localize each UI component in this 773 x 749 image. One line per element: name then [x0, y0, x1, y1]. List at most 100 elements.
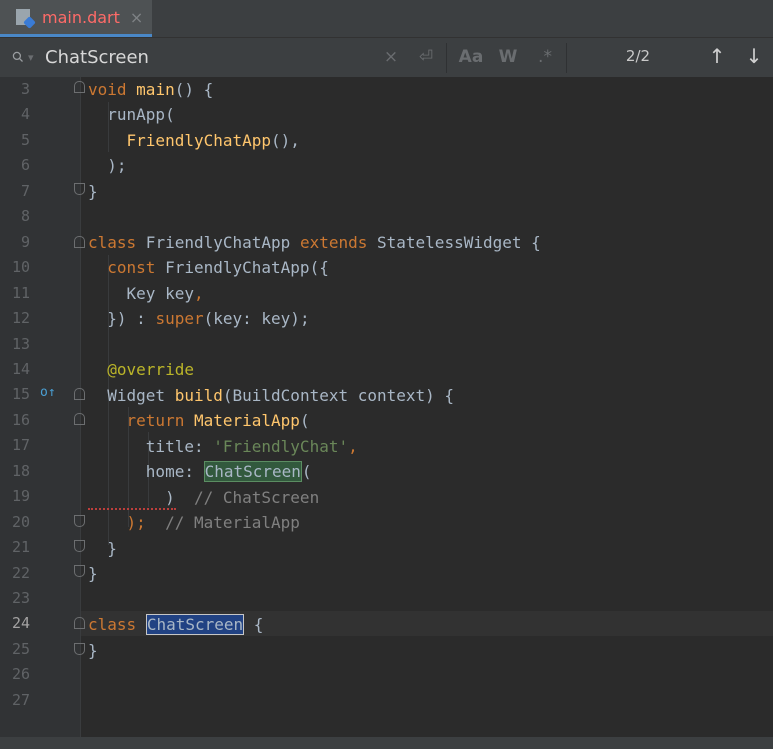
find-bar: ▾ × ⏎ Aa W .* 2/2 ↑ ↓ — [0, 38, 773, 78]
code-text: ( — [301, 462, 312, 481]
fold-icon[interactable] — [74, 540, 85, 552]
regex-button[interactable]: .* — [534, 46, 556, 68]
line-number: 21 — [11, 538, 30, 557]
search-input[interactable] — [45, 46, 365, 68]
line-number: 27 — [11, 690, 30, 709]
fold-icon[interactable] — [74, 515, 85, 527]
code-line-15: Widget build(BuildContext context) { — [88, 383, 454, 408]
current-search-match[interactable]: ChatScreen — [145, 614, 245, 635]
code-text: { — [244, 615, 264, 634]
code-text: FriendlyChatApp({ — [155, 258, 329, 277]
line-number: 4 — [20, 105, 30, 124]
override-marker-icon[interactable]: o↑ — [40, 385, 56, 400]
code-text: (key: key); — [203, 309, 310, 328]
line-number: 20 — [11, 512, 30, 531]
closing-label-comment: // MaterialApp — [165, 513, 300, 532]
code-line-9: class FriendlyChatApp extends StatelessW… — [88, 230, 541, 255]
closing-label-comment: // ChatScreen — [193, 488, 320, 507]
line-number: 16 — [11, 410, 30, 429]
line-number: 19 — [11, 487, 30, 506]
line-number: 23 — [11, 589, 30, 607]
line-number: 24 — [11, 614, 30, 633]
code-line-17: title: 'FriendlyChat', — [88, 434, 358, 459]
code-line-5: FriendlyChatApp(), — [88, 128, 300, 153]
code-line-22: } — [88, 564, 98, 583]
code-line-16: return MaterialApp( — [88, 408, 310, 433]
code-line-6: ); — [88, 156, 127, 175]
fold-icon[interactable] — [74, 183, 85, 195]
next-match-icon[interactable]: ↓ — [743, 44, 765, 68]
close-tab-icon[interactable]: × — [130, 8, 143, 27]
annotation: @override — [107, 360, 194, 379]
code-text: Key key — [88, 284, 194, 303]
code-text: title: — [88, 437, 214, 456]
line-number: 18 — [11, 461, 30, 480]
keyword: const — [107, 258, 156, 277]
keyword: return — [126, 411, 185, 430]
fold-icon[interactable] — [74, 388, 85, 400]
line-number: 3 — [20, 80, 30, 98]
line-number: 7 — [20, 181, 30, 200]
keyword: class — [88, 615, 137, 634]
code-text: () { — [174, 80, 214, 99]
function-name: main — [136, 80, 175, 99]
multiline-toggle-icon[interactable]: ⏎ — [416, 46, 436, 68]
keyword: void — [88, 80, 127, 99]
fold-icon[interactable] — [74, 413, 85, 425]
line-number: 8 — [20, 207, 30, 226]
clear-search-icon[interactable]: × — [382, 46, 400, 68]
code-line-10: const FriendlyChatApp({ — [88, 255, 329, 280]
code-text: (), — [271, 131, 300, 150]
function-name: build — [174, 386, 223, 405]
code-line-21: } — [88, 539, 117, 558]
fold-icon[interactable] — [74, 565, 85, 577]
fold-icon[interactable] — [74, 643, 85, 655]
match-case-button[interactable]: Aa — [458, 46, 484, 68]
line-number: 14 — [11, 359, 30, 378]
search-match-highlight[interactable]: ChatScreen — [203, 461, 302, 482]
dart-file-icon — [16, 9, 30, 25]
code-line-11: Key key, — [88, 281, 204, 306]
line-number: 5 — [20, 130, 30, 149]
function-name: FriendlyChatApp — [126, 131, 272, 150]
search-history-chevron-icon[interactable]: ▾ — [28, 47, 34, 69]
line-number: 15 — [11, 385, 30, 404]
code-text: (BuildContext context) { — [222, 386, 455, 405]
line-number: 11 — [11, 283, 30, 302]
line-number: 6 — [20, 156, 30, 175]
whole-words-button[interactable]: W — [497, 46, 519, 68]
punctuation: , — [193, 284, 204, 303]
function-name: MaterialApp — [193, 411, 300, 430]
code-line-4: runApp( — [88, 105, 175, 124]
tab-main-dart[interactable]: main.dart × — [0, 0, 152, 37]
line-number: 10 — [11, 258, 30, 277]
line-number: 17 — [11, 436, 30, 455]
code-line-7: } — [88, 182, 98, 201]
line-number: 9 — [20, 232, 30, 251]
fold-icon[interactable] — [74, 617, 85, 629]
code-text: }) : — [88, 309, 156, 328]
code-line-3: void main() { — [88, 77, 213, 102]
fold-icon[interactable] — [74, 236, 85, 248]
code-line-12: }) : super(key: key); — [88, 306, 310, 331]
keyword: class — [88, 233, 137, 252]
search-icon[interactable] — [12, 49, 26, 67]
code-editor[interactable]: 3 4 5 6 7 8 9 10 11 12 13 14 15 16 17 18 19 20 21 22 23 24 25 2… — [0, 77, 773, 737]
punctuation: , — [348, 437, 358, 456]
string-literal: 'FriendlyChat' — [213, 437, 349, 456]
match-count: 2/2 — [625, 47, 651, 65]
code-text: StatelessWidget { — [367, 233, 541, 252]
code-line-14: @override — [88, 357, 194, 382]
code-text: ( — [299, 411, 310, 430]
code-text: Widget — [88, 386, 175, 405]
line-number: 12 — [11, 309, 30, 328]
previous-match-icon[interactable]: ↑ — [706, 44, 728, 68]
fold-icon[interactable] — [74, 81, 85, 93]
code-line-25: } — [88, 641, 98, 660]
